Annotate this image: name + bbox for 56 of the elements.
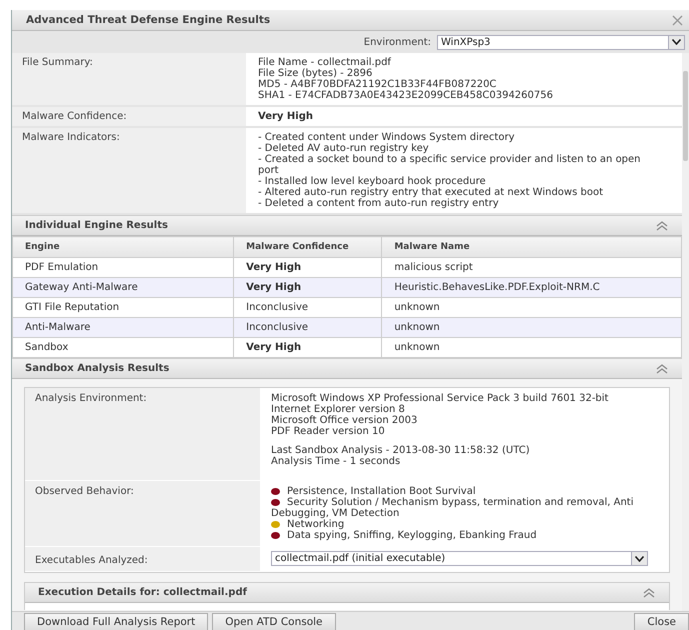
behavior-text: Persistence, Installation Boot Survival — [271, 486, 658, 497]
section-header[interactable]: Execution Details for: collectmail.pdf — [25, 583, 669, 603]
field-value: Analysis Time - 1 seconds — [271, 456, 402, 467]
action-button[interactable]: Open ATD Console — [212, 613, 336, 630]
field-label: Executables Analyzed: — [25, 547, 260, 572]
close-button[interactable]: Close — [634, 613, 689, 630]
close-icon[interactable] — [672, 14, 683, 26]
column-header: Malware Name — [382, 236, 682, 258]
section-header[interactable]: Sandbox Analysis Results — [12, 358, 682, 379]
executable-dropdown[interactable]: collectmail.pdf (initial executable) — [271, 551, 648, 566]
field-value: - Created a socket bound to a specific service provider and listen to an open port — [258, 154, 642, 176]
field-value: Microsoft Windows XP Professional Service Pack 3 build 7601 32-bit — [271, 393, 610, 404]
field-label: Malware Confidence: — [12, 107, 246, 126]
section-title: Individual Engine Results — [25, 220, 168, 231]
field-value: PDF Reader version 10 — [271, 426, 386, 437]
scrollbar[interactable] — [682, 53, 689, 611]
section-header[interactable]: Individual Engine Results — [12, 215, 682, 236]
column-header: Engine — [12, 236, 234, 258]
table-cell: Gateway Anti-Malware — [12, 278, 234, 298]
field-label: Malware Indicators: — [12, 128, 246, 213]
field-label: File Summary: — [12, 53, 246, 105]
field-value: Very High — [258, 111, 314, 122]
section-title: Sandbox Analysis Results — [25, 363, 170, 374]
caret-icon — [635, 556, 644, 562]
section-title: Execution Details for: collectmail.pdf — [38, 587, 247, 598]
field-value: Internet Explorer version 8 — [271, 404, 406, 415]
behavior-text: Networking — [271, 519, 658, 530]
window-title: Advanced Threat Defense Engine Results — [26, 14, 270, 26]
action-button[interactable]: Download Full Analysis Report — [24, 613, 208, 630]
table-cell: Heuristic.BehavesLike.PDF.Exploit-NRM.C — [382, 278, 682, 298]
table-cell: Inconclusive — [234, 318, 382, 338]
collapse-icon[interactable] — [656, 364, 668, 374]
caret-icon — [672, 39, 681, 45]
field-value: Last Sandbox Analysis - 2013-08-30 11:58:32 (UTC) — [271, 445, 531, 456]
field-value: SHA1 - E74CFADB73A0E43423E2099CEB458C0394260756 — [258, 90, 554, 101]
field-value: - Installed low level keyboard hook procedure — [258, 176, 486, 187]
field-value: Microsoft Office version 2003 — [271, 415, 418, 426]
field-value: MD5 - A4BF70BDFA21192C1B33F44FB087220C — [258, 79, 498, 90]
collapse-icon[interactable] — [656, 220, 668, 230]
field-value: File Size (bytes) - 2896 — [258, 68, 372, 79]
environment-label: Environment: — [364, 36, 431, 48]
behavior-text: Data spying, Sniffing, Keylogging, Ebanking Fraud — [271, 530, 658, 541]
column-header: Malware Confidence — [234, 236, 382, 258]
field-value: - Deleted a content from auto-run registry entry — [258, 198, 500, 209]
field-value: - Deleted AV auto-run registry key — [258, 143, 429, 154]
field-label: Analysis Environment: — [25, 388, 260, 481]
table-cell: Anti-Malware — [12, 318, 234, 338]
field-label: Observed Behavior: — [25, 481, 260, 547]
field-value: File Name - collectmail.pdf — [258, 57, 392, 68]
collapse-icon[interactable] — [643, 588, 655, 598]
environment-dropdown[interactable]: WinXPsp3 — [437, 34, 685, 50]
table-cell: unknown — [382, 318, 682, 338]
field-value: - Created content under Windows System directory — [258, 132, 516, 143]
field-value: - Altered auto-run registry entry that executed at next Windows boot — [258, 187, 604, 198]
table-cell: Very High — [234, 278, 382, 298]
behavior-text: Security Solution / Mechanism bypass, termination and removal, Anti Debugging, VM Detection — [271, 497, 634, 519]
